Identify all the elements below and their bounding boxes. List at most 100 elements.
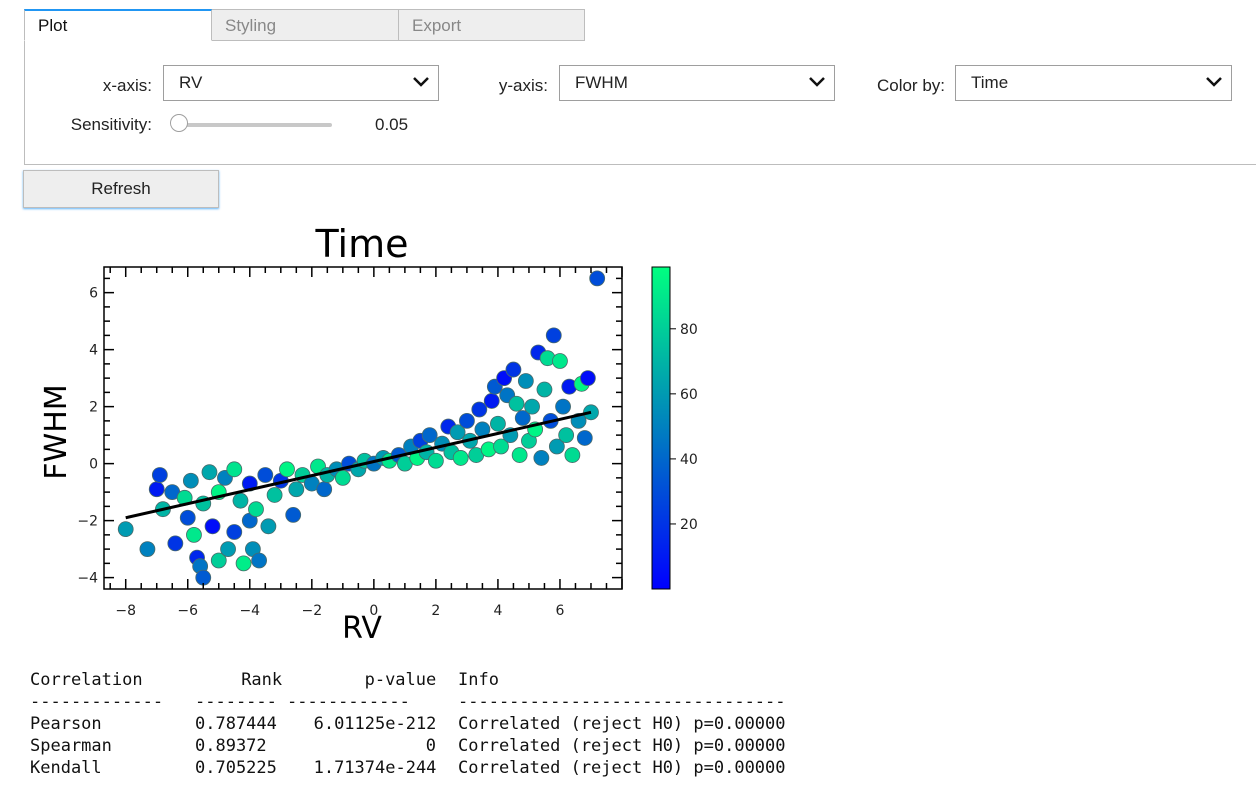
- scatter-point: [524, 398, 540, 415]
- table-cell: 0.705225: [195, 758, 277, 778]
- colorbar: [651, 266, 671, 590]
- xaxis-select[interactable]: RV: [163, 65, 439, 101]
- scatter-point: [334, 469, 351, 486]
- axis-ticks: −8 −6 −4 −2 0 2 4 6−4−20246: [77, 267, 623, 619]
- scatter-point: [232, 492, 249, 509]
- plot-controls-panel: [24, 41, 1256, 165]
- table-cell: p-value: [364, 670, 437, 690]
- chart-title: Time: [315, 222, 409, 266]
- sensitivity-label: Sensitivity:: [70, 115, 152, 134]
- scatter-point: [533, 450, 550, 466]
- scatter-point: [558, 427, 575, 444]
- tab-export[interactable]: Export: [398, 9, 585, 41]
- scatter-point: [483, 393, 500, 409]
- table-cell: 0.89372: [195, 736, 267, 756]
- scatter-point: [204, 518, 221, 535]
- sensitivity-value: 0.05: [375, 115, 409, 134]
- scatter-point: [226, 524, 243, 540]
- scatter-point: [148, 481, 165, 498]
- y-axis-label: FWHM: [39, 384, 74, 479]
- scatter-point: [576, 430, 593, 446]
- table-separator-cell: ------------: [287, 692, 410, 712]
- scatter-point: [285, 507, 302, 523]
- tab-styling[interactable]: Styling: [211, 9, 399, 41]
- table-cell: Pearson: [30, 714, 102, 734]
- table-cell: 6.01125e-212: [313, 714, 437, 734]
- x-tick-label: −6: [177, 603, 198, 619]
- tab-plot[interactable]: Plot: [24, 9, 212, 41]
- table-separator-cell: --------------------------------: [458, 692, 786, 712]
- yaxis-select[interactable]: FWHM: [559, 65, 835, 101]
- table-cell: 1.71374e-244: [313, 758, 437, 778]
- scatter-point: [459, 412, 475, 429]
- colorbar-tick-label: 40: [680, 452, 698, 468]
- scatter-point: [511, 447, 528, 463]
- scatter-point: [552, 353, 568, 369]
- scatter-point: [279, 461, 295, 478]
- table-cell: Info: [458, 670, 499, 690]
- scatter-point: [235, 555, 252, 572]
- scatter-point: [564, 447, 581, 463]
- scatter-point: [251, 552, 267, 569]
- scatter-point: [260, 518, 277, 535]
- table-cell: Rank: [241, 670, 283, 690]
- y-tick-label: 0: [89, 457, 98, 473]
- scatter-point: [288, 481, 305, 498]
- sensitivity-slider-handle[interactable]: [170, 114, 188, 132]
- regression-line: [125, 410, 592, 520]
- colorbar-tick-label: 60: [680, 387, 698, 403]
- colorbar-tick-label: 80: [680, 322, 698, 338]
- scatter-point: [589, 270, 606, 287]
- table-separator-cell: --------: [195, 692, 277, 712]
- scatter-point: [226, 461, 243, 478]
- scatter-point: [139, 541, 156, 558]
- table-cell: Kendall: [30, 758, 102, 778]
- chevron-down-icon: [413, 77, 429, 87]
- table-cell: Correlation: [30, 670, 143, 690]
- colorby-label: Color by:: [876, 76, 945, 95]
- scatter-point: [179, 509, 196, 526]
- chevron-down-icon: [809, 77, 825, 87]
- scatter-point: [508, 395, 525, 412]
- x-axis-label: RV: [342, 611, 382, 646]
- refresh-button[interactable]: Refresh: [23, 170, 219, 208]
- y-tick-label: 2: [89, 400, 98, 416]
- xaxis-label: x-axis:: [102, 76, 152, 95]
- x-tick-label: 2: [431, 603, 440, 619]
- table-cell: 0: [425, 736, 437, 756]
- tab-bar: Plot Styling Export: [24, 9, 1256, 42]
- scatter-point: [248, 501, 264, 518]
- scatter-point: [536, 381, 553, 398]
- x-tick-label: −2: [302, 603, 323, 619]
- scatter-point: [555, 398, 571, 415]
- xaxis-select-value: RV: [179, 73, 203, 92]
- y-tick-label: −4: [77, 571, 98, 587]
- scatter-point: [220, 541, 236, 558]
- y-tick-label: 6: [89, 286, 98, 302]
- table-cell: Correlated (reject H0) p=0.00000: [458, 736, 786, 756]
- x-tick-label: 4: [493, 603, 502, 619]
- sensitivity-slider-track[interactable]: [179, 123, 332, 127]
- colorbar-tick-label: 20: [680, 517, 698, 533]
- x-tick-label: −4: [239, 603, 260, 619]
- yaxis-label: y-axis:: [498, 76, 548, 95]
- scatter-point: [266, 487, 283, 503]
- x-tick-label: 6: [556, 603, 565, 619]
- yaxis-select-value: FWHM: [575, 73, 628, 92]
- scatter-point: [490, 415, 506, 432]
- scatter-point: [545, 327, 562, 344]
- scatter-point: [452, 450, 469, 466]
- chevron-down-icon: [1206, 77, 1222, 87]
- scatter-point: [427, 452, 444, 469]
- scatter-point: [201, 464, 218, 481]
- table-cell: 0.787444: [195, 714, 277, 734]
- colorby-select-value: Time: [971, 73, 1009, 92]
- scatter-point: [117, 521, 134, 538]
- scatter-point: [182, 472, 199, 489]
- colorby-select[interactable]: Time: [955, 65, 1232, 101]
- scatter-point: [316, 481, 333, 498]
- scatter-point: [186, 526, 202, 543]
- scatter-points: [117, 270, 606, 586]
- scatter-point: [167, 535, 184, 552]
- colorbar-ticks: 20 40 60 80: [670, 322, 698, 533]
